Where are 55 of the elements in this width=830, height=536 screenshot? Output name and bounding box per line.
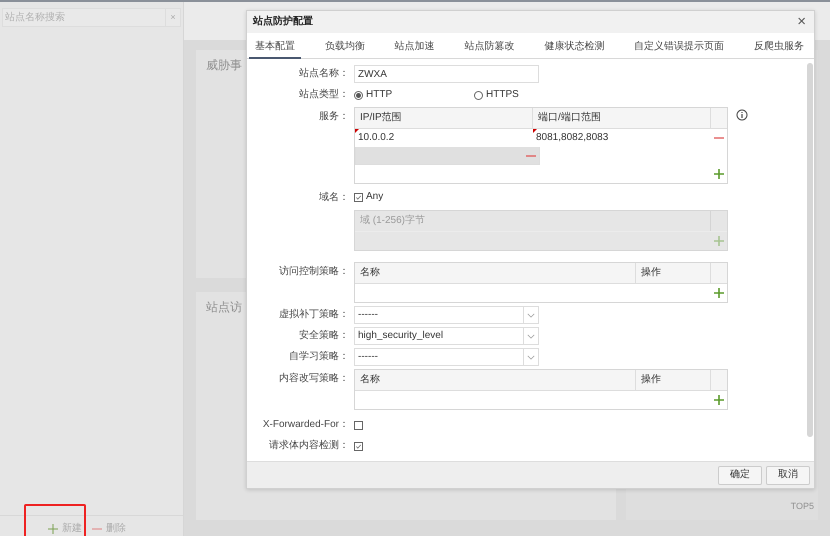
- select-field[interactable]: high_security_level: [354, 327, 539, 345]
- confirm-button[interactable]: 确定: [718, 466, 762, 484]
- column-header: IP/IP范围: [355, 108, 533, 128]
- plus-icon[interactable]: [713, 168, 725, 180]
- chevron-down-icon: [527, 354, 535, 360]
- field-label: 域名：: [318, 190, 349, 205]
- tab[interactable]: 站点防篡改: [458, 39, 520, 59]
- tab[interactable]: 自定义错误提示页面: [628, 39, 730, 59]
- tab[interactable]: 反爬虫服务: [748, 39, 810, 59]
- panel-title: 威胁事: [206, 58, 242, 72]
- select-field[interactable]: ------: [354, 306, 539, 324]
- plus-icon[interactable]: [713, 394, 725, 406]
- info-icon[interactable]: [736, 109, 748, 121]
- field-label: 站点名称：: [298, 66, 349, 81]
- column-header: 名称: [355, 370, 636, 390]
- field-label: 服务：: [318, 110, 349, 124]
- field-label: X-Forwarded-For：: [262, 418, 349, 432]
- tab[interactable]: 站点加速: [388, 39, 441, 59]
- error-marker: [355, 129, 359, 133]
- field-label: 自学习策略：: [288, 350, 349, 364]
- checkbox[interactable]: [354, 420, 363, 430]
- chevron-down-icon: [527, 334, 535, 338]
- field-label: 请求体内容检测：: [268, 438, 349, 453]
- radio-button[interactable]: [354, 90, 363, 100]
- table-cell: 8081,8082,8083: [533, 129, 711, 147]
- field-label: 虚拟补丁策略：: [278, 308, 349, 322]
- scrollbar-thumb[interactable]: [807, 63, 813, 437]
- tab[interactable]: 负载均衡: [318, 39, 371, 59]
- tab[interactable]: 健康状态检测: [538, 39, 610, 59]
- checkbox[interactable]: [354, 442, 363, 450]
- plus-icon: [48, 524, 58, 534]
- radio-label: HTTPS: [486, 89, 519, 101]
- field-label: 站点类型：: [298, 88, 349, 102]
- cancel-button[interactable]: 取消: [766, 466, 810, 484]
- panel-title: 站点访: [206, 300, 242, 314]
- dialog-title: 站点防护配置: [253, 16, 313, 28]
- checkbox-label: Any: [366, 191, 384, 203]
- column-header: 操作: [636, 370, 711, 390]
- column-header: 端口/端口范围: [533, 108, 711, 128]
- select-field[interactable]: ------: [354, 348, 539, 366]
- column-header: 名称: [355, 263, 636, 283]
- field-label: 内容改写策略：: [278, 372, 349, 386]
- close-button[interactable]: ×: [795, 13, 808, 31]
- tab[interactable]: 基本配置: [249, 39, 301, 59]
- table-cell: 10.0.0.2: [355, 129, 533, 147]
- radio-label: HTTP: [366, 89, 392, 101]
- field-label: 访问控制策略：: [278, 264, 349, 279]
- radio-button[interactable]: [474, 90, 483, 100]
- error-marker: [533, 129, 537, 133]
- panel-title: TOP5: [790, 501, 814, 512]
- text-field[interactable]: ZWXA: [354, 65, 539, 83]
- plus-icon[interactable]: [713, 287, 725, 299]
- column-header: 操作: [636, 263, 711, 283]
- field-label: 安全策略：: [298, 328, 349, 343]
- chevron-down-icon: [527, 312, 535, 318]
